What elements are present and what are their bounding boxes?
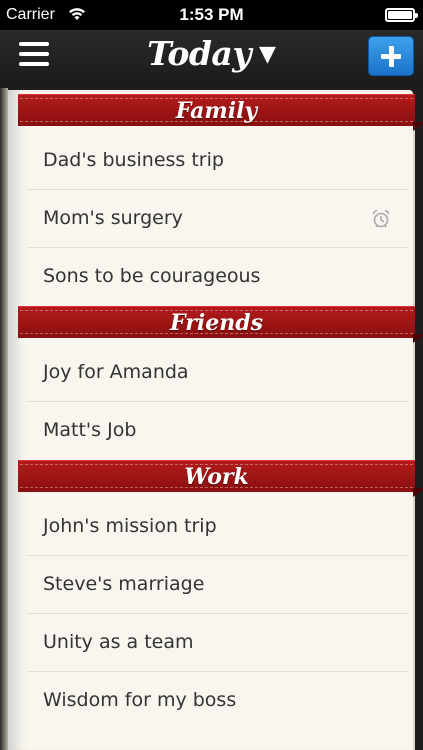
status-bar: Carrier 1:53 PM [0,0,423,30]
list-item[interactable]: Joy for Amanda [27,344,409,402]
section-header: Friends [18,306,423,344]
section-title: Friends [170,310,263,336]
list-item-label: Joy for Amanda [43,361,189,383]
battery-icon [385,8,418,22]
title-dropdown[interactable]: Today ▼ [0,34,423,73]
list-item[interactable]: Unity as a team [27,614,409,672]
list-item[interactable]: Dad's business trip [27,132,409,190]
list-item-label: John's mission trip [43,515,217,537]
section-title: Work [184,464,249,490]
list-item-label: Steve's marriage [43,573,205,595]
list-item-label: Matt's Job [43,419,137,441]
list-item-label: Mom's surgery [43,207,183,229]
chevron-down-icon: ▼ [259,42,276,67]
ribbon-banner: Friends [18,306,415,338]
list-item[interactable]: Sons to be courageous [27,248,409,306]
list-item[interactable]: Wisdom for my boss [27,672,409,730]
list-item[interactable]: Steve's marriage [27,556,409,614]
ribbon-fold [413,122,423,131]
add-button[interactable] [368,36,414,76]
ribbon-banner: Family [18,94,415,126]
list-item-label: Unity as a team [43,631,194,653]
page-title: Today [147,34,251,73]
prayer-list: Family Dad's business trip Mom's surgery So… [0,94,423,730]
list-item[interactable]: Matt's Job [27,402,409,460]
status-time: 1:53 PM [179,5,244,24]
notebook-page: Family Dad's business trip Mom's surgery So… [0,88,423,750]
section-header: Family [18,94,423,132]
ribbon-banner: Work [18,460,415,492]
list-item[interactable]: Mom's surgery [27,190,409,248]
list-item-label: Dad's business trip [43,149,224,171]
ribbon-fold [413,334,423,343]
section-title: Family [175,98,258,124]
ribbon-fold [413,488,423,497]
section-header: Work [18,460,423,498]
list-item[interactable]: John's mission trip [27,498,409,556]
list-item-label: Wisdom for my boss [43,689,237,711]
alarm-clock-icon[interactable] [371,209,391,229]
list-item-label: Sons to be courageous [43,265,261,287]
nav-bar: Today ▼ [0,30,423,88]
